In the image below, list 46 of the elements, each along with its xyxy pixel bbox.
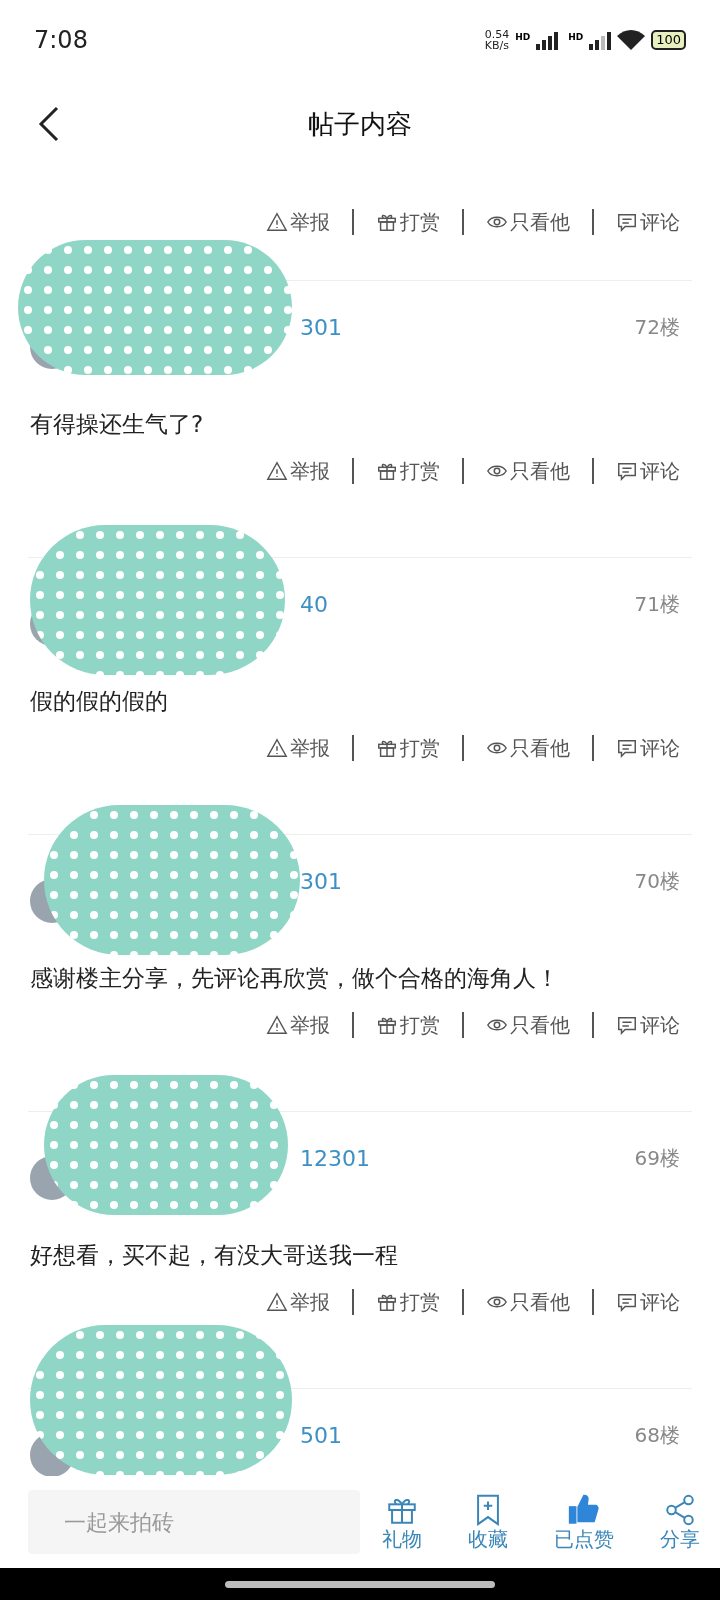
floor-number: 69楼 — [634, 1145, 680, 1172]
post-action[interactable]: 只看他 — [486, 1287, 570, 1317]
page-title: 帖子内容 — [308, 107, 412, 141]
post-action[interactable]: 举报 — [266, 456, 330, 486]
floor-number: 68楼 — [634, 1422, 680, 1449]
post-action[interactable]: 评论 — [616, 1287, 680, 1317]
post-action[interactable]: 只看他 — [486, 733, 570, 763]
battery-indicator: 100 — [651, 30, 686, 50]
network-type: HD — [568, 31, 584, 44]
floor-number: 72楼 — [634, 314, 680, 341]
post-action[interactable]: 评论 — [616, 733, 680, 763]
username[interactable]: 12301 — [300, 1141, 370, 1175]
username[interactable]: 501 — [300, 1418, 342, 1452]
post-action[interactable]: 打赏 — [376, 1287, 440, 1317]
post-action[interactable]: 举报 — [266, 207, 330, 237]
post-action[interactable]: 只看他 — [486, 456, 570, 486]
floor-number: 70楼 — [634, 868, 680, 895]
post-action[interactable]: 打赏 — [376, 733, 440, 763]
status-time: 7:08 — [34, 25, 88, 56]
bottom-bar-button[interactable]: 礼物 — [382, 1492, 422, 1552]
bottom-bar-button[interactable]: 已点赞 — [554, 1492, 614, 1552]
post-content: 假的假的假的 — [30, 686, 168, 716]
post-content: 有得操还生气了? — [30, 409, 204, 439]
post-action[interactable]: 只看他 — [486, 207, 570, 237]
network-type: HD — [515, 31, 531, 44]
post-action[interactable]: 评论 — [616, 456, 680, 486]
post-action[interactable]: 评论 — [616, 1010, 680, 1040]
username[interactable]: 40 — [300, 587, 328, 621]
post-action[interactable]: 评论 — [616, 207, 680, 237]
username[interactable]: 301 — [300, 310, 342, 344]
comment-input[interactable]: 一起来拍砖 — [28, 1490, 360, 1554]
post-action[interactable]: 打赏 — [376, 1010, 440, 1040]
username[interactable]: 301 — [300, 864, 342, 898]
bottom-bar-button[interactable]: 分享 — [660, 1492, 700, 1552]
post-action[interactable]: 举报 — [266, 733, 330, 763]
network-speed: 0.54 — [484, 29, 510, 40]
post-action[interactable]: 打赏 — [376, 456, 440, 486]
bottom-bar-button[interactable]: 收藏 — [468, 1492, 508, 1552]
post-action[interactable]: 举报 — [266, 1287, 330, 1317]
network-speed-unit: KB/s — [484, 40, 509, 51]
post-content: 感谢楼主分享，先评论再欣赏，做个合格的海角人！ — [30, 963, 559, 993]
post-action[interactable]: 打赏 — [376, 207, 440, 237]
post-content: 好想看，买不起，有没大哥送我一程 — [30, 1240, 398, 1270]
post-action[interactable]: 只看他 — [486, 1010, 570, 1040]
floor-number: 71楼 — [634, 591, 680, 618]
post-action[interactable]: 举报 — [266, 1010, 330, 1040]
